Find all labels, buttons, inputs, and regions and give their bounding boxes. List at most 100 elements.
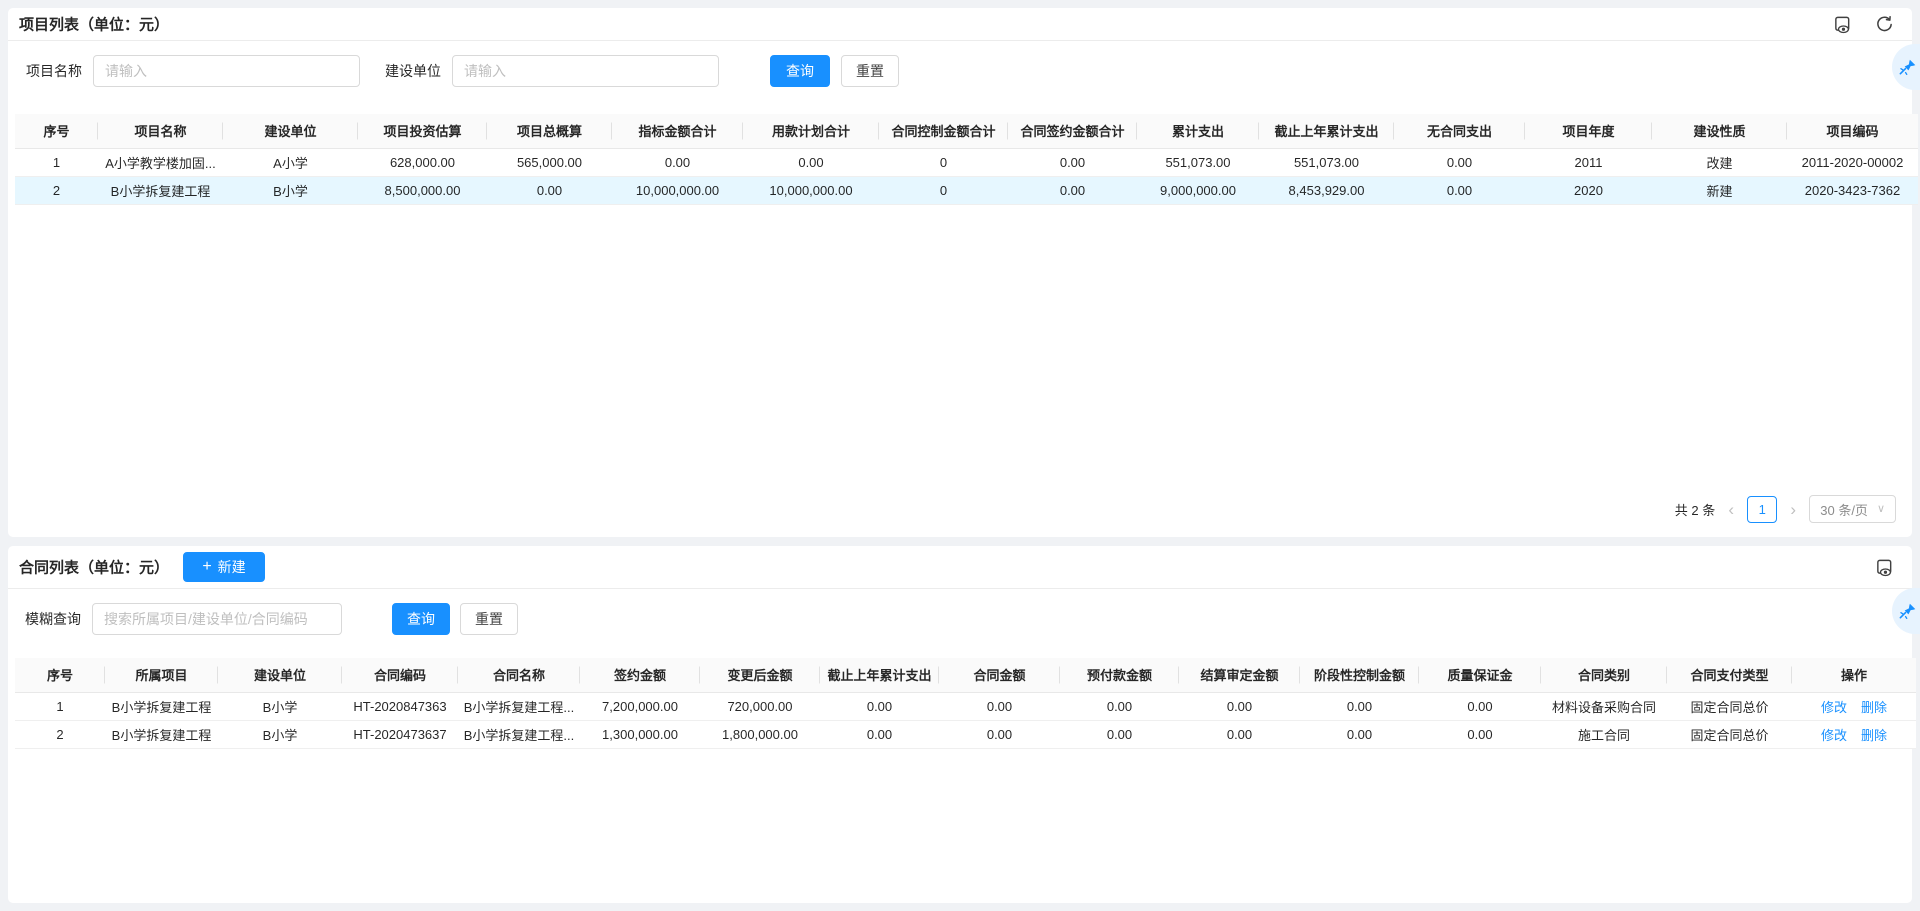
next-page-icon[interactable]: › [1785, 501, 1801, 518]
table-cell: 551,073.00 [1137, 148, 1259, 176]
contract-query-button[interactable]: 查询 [392, 603, 450, 635]
table-cell: 材料设备采购合同 [1541, 692, 1667, 720]
project-query-button[interactable]: 查询 [770, 55, 830, 87]
table-cell: 0.00 [487, 176, 612, 204]
contract-search-form: 模糊查询 查询 重置 [25, 603, 518, 635]
table-cell: 2011 [1525, 148, 1652, 176]
refresh-icon[interactable] [1874, 14, 1894, 34]
table-row[interactable]: 2B小学拆复建工程B小学8,500,000.000.0010,000,000.0… [15, 176, 1918, 204]
prev-page-icon[interactable]: ‹ [1723, 501, 1739, 518]
table-cell: 8,453,929.00 [1259, 176, 1394, 204]
table-cell: 10,000,000.00 [612, 176, 743, 204]
contract-panel-title: 合同列表（单位：元） [19, 557, 169, 578]
header-row: 序号所属项目建设单位合同编码合同名称签约金额变更后金额截止上年累计支出合同金额预… [15, 658, 1916, 692]
pin-icon [1898, 602, 1917, 621]
table-cell: 1,800,000.00 [700, 720, 820, 748]
build-org-input[interactable] [452, 55, 719, 87]
table-cell: 0.00 [820, 692, 939, 720]
column-header: 项目年度 [1525, 114, 1652, 148]
column-header: 指标金额合计 [612, 114, 743, 148]
page-size-value: 30 条/页 [1820, 500, 1868, 519]
column-header: 项目总概算 [487, 114, 612, 148]
table-cell: HT-2020847363 [342, 692, 458, 720]
table-cell: 0.00 [1008, 148, 1137, 176]
table-cell: 0.00 [1300, 720, 1419, 748]
row-actions: 修改删除 [1792, 720, 1916, 748]
column-header: 累计支出 [1137, 114, 1259, 148]
table-cell: 0.00 [1394, 148, 1525, 176]
table-cell: A小学 [223, 148, 358, 176]
table-cell: 2020 [1525, 176, 1652, 204]
table-cell: 0.00 [1179, 692, 1300, 720]
table-cell: 0.00 [1394, 176, 1525, 204]
table-cell: 0.00 [939, 692, 1060, 720]
table-cell: 2011-2020-00002 [1787, 148, 1918, 176]
table-cell: 0.00 [820, 720, 939, 748]
table-row[interactable]: 2B小学拆复建工程B小学HT-2020473637B小学拆复建工程...1,30… [15, 720, 1916, 748]
table-cell: B小学拆复建工程... [458, 720, 580, 748]
table-cell: 新建 [1652, 176, 1787, 204]
project-pagination: 共 2 条 ‹ 1 › 30 条/页 ∨ [1675, 495, 1896, 523]
column-header: 变更后金额 [700, 658, 820, 692]
column-header: 合同名称 [458, 658, 580, 692]
column-header: 合同类别 [1541, 658, 1667, 692]
column-header: 项目名称 [98, 114, 223, 148]
column-header: 无合同支出 [1394, 114, 1525, 148]
table-cell: B小学 [218, 692, 342, 720]
table-cell: 0.00 [1179, 720, 1300, 748]
table-row[interactable]: 1B小学拆复建工程B小学HT-2020847363B小学拆复建工程...7,20… [15, 692, 1916, 720]
table-cell: 8,500,000.00 [358, 176, 487, 204]
column-header: 合同金额 [939, 658, 1060, 692]
table-cell: 565,000.00 [487, 148, 612, 176]
contract-reset-button[interactable]: 重置 [460, 603, 518, 635]
column-header: 项目投资估算 [358, 114, 487, 148]
preview-icon[interactable] [1832, 14, 1852, 34]
project-reset-button[interactable]: 重置 [841, 55, 899, 87]
column-header: 合同编码 [342, 658, 458, 692]
table-row[interactable]: 1A小学教学楼加固...A小学628,000.00565,000.000.000… [15, 148, 1918, 176]
fuzzy-search-input[interactable] [92, 603, 342, 635]
table-cell: 1 [15, 148, 98, 176]
column-header: 阶段性控制金额 [1300, 658, 1419, 692]
table-cell: 9,000,000.00 [1137, 176, 1259, 204]
page-size-select[interactable]: 30 条/页 ∨ [1809, 495, 1896, 523]
table-cell: B小学 [218, 720, 342, 748]
project-name-input[interactable] [93, 55, 360, 87]
preview-icon[interactable] [1874, 557, 1894, 577]
table-cell: 551,073.00 [1259, 148, 1394, 176]
table-cell: 0.00 [612, 148, 743, 176]
column-header: 建设性质 [1652, 114, 1787, 148]
table-cell: 0.00 [1060, 692, 1179, 720]
column-header: 截止上年累计支出 [1259, 114, 1394, 148]
table-cell: 10,000,000.00 [743, 176, 879, 204]
new-contract-button[interactable]: + 新建 [183, 552, 265, 582]
project-list-panel: 项目列表（单位：元） 项目名称 建设单位 查询 重置 序号项目名 [8, 8, 1912, 537]
plus-icon: + [202, 559, 211, 575]
table-cell: 720,000.00 [700, 692, 820, 720]
table-cell: B小学拆复建工程 [105, 692, 218, 720]
page-number-button[interactable]: 1 [1747, 496, 1777, 523]
column-header: 建设单位 [223, 114, 358, 148]
delete-link[interactable]: 删除 [1861, 728, 1887, 743]
edit-link[interactable]: 修改 [1821, 700, 1847, 715]
chevron-down-icon: ∨ [1877, 504, 1885, 515]
column-header: 操作 [1792, 658, 1916, 692]
table-cell: 7,200,000.00 [580, 692, 700, 720]
table-cell: 0.00 [743, 148, 879, 176]
edit-link[interactable]: 修改 [1821, 728, 1847, 743]
table-cell: 2020-3423-7362 [1787, 176, 1918, 204]
column-header: 截止上年累计支出 [820, 658, 939, 692]
table-cell: B小学拆复建工程 [105, 720, 218, 748]
contract-table: 序号所属项目建设单位合同编码合同名称签约金额变更后金额截止上年累计支出合同金额预… [15, 658, 1916, 749]
pagination-total: 共 2 条 [1675, 500, 1715, 519]
new-contract-label: 新建 [218, 557, 246, 577]
project-search-form: 项目名称 建设单位 查询 重置 [26, 55, 899, 87]
column-header: 合同支付类型 [1667, 658, 1792, 692]
table-cell: 0 [879, 176, 1008, 204]
row-actions: 修改删除 [1792, 692, 1916, 720]
fuzzy-search-label: 模糊查询 [25, 609, 81, 629]
table-cell: 0.00 [1419, 720, 1541, 748]
table-cell: 固定合同总价 [1667, 692, 1792, 720]
project-panel-header: 项目列表（单位：元） [8, 8, 1912, 41]
delete-link[interactable]: 删除 [1861, 700, 1887, 715]
